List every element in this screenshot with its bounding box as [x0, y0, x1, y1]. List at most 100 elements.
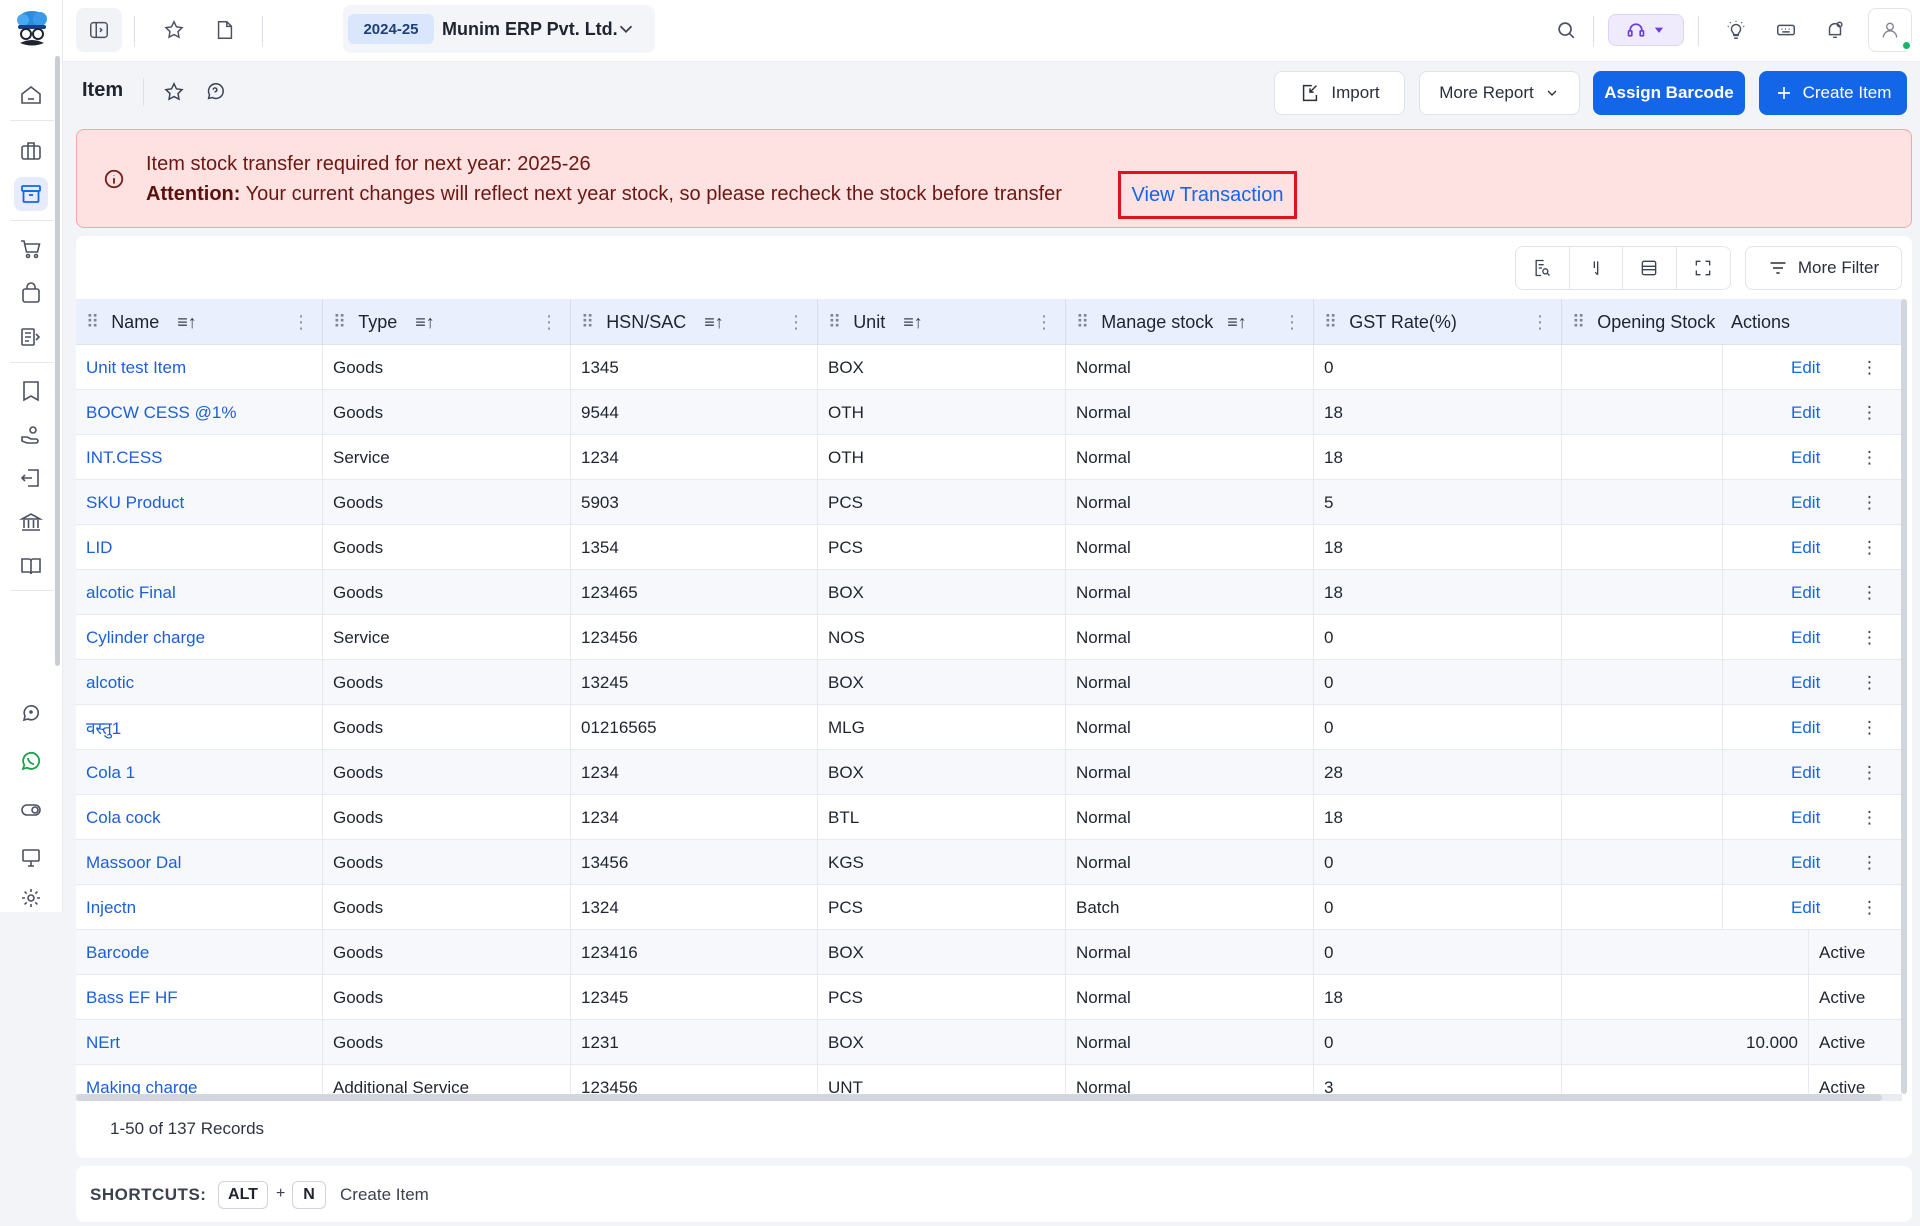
- cell-name[interactable]: Making charge: [76, 1065, 323, 1094]
- cell-name[interactable]: Cola 1: [76, 750, 323, 795]
- table-row[interactable]: Injectn Goods 1324 PCS Batch 0 Edit ⋮: [76, 885, 1902, 930]
- table-row[interactable]: NErt Goods 1231 BOX Normal 0 10.000 Active: [76, 1020, 1902, 1065]
- edit-link[interactable]: Edit: [1791, 763, 1820, 783]
- column-menu-icon[interactable]: ⋮: [787, 312, 805, 333]
- drag-handle-icon[interactable]: ⠿: [1572, 312, 1585, 333]
- favorite-star-icon[interactable]: [161, 79, 187, 105]
- row-density-icon[interactable]: [1623, 247, 1677, 289]
- table-row[interactable]: Barcode Goods 123416 BOX Normal 0 Active: [76, 930, 1902, 975]
- cell-name[interactable]: alcotic Final: [76, 570, 323, 615]
- settings-gear-icon[interactable]: [14, 884, 48, 912]
- column-menu-icon[interactable]: ⋮: [292, 312, 310, 333]
- help-chat-icon[interactable]: [202, 79, 228, 105]
- edit-link[interactable]: Edit: [1791, 853, 1820, 873]
- table-row[interactable]: वस्तु1 Goods 01216565 MLG Normal 0 Edit ⋮: [76, 705, 1902, 750]
- sort-icon[interactable]: ≡↑: [415, 312, 435, 333]
- vertical-scrollbar[interactable]: [1901, 299, 1907, 1094]
- table-row[interactable]: Massoor Dal Goods 13456 KGS Normal 0 Edit ⋮: [76, 840, 1902, 885]
- document-icon[interactable]: [202, 8, 248, 52]
- lightbulb-icon[interactable]: [1713, 8, 1759, 52]
- more-filter-button[interactable]: More Filter: [1745, 246, 1902, 290]
- search-icon[interactable]: [1543, 8, 1589, 52]
- edit-link[interactable]: Edit: [1791, 493, 1820, 513]
- assign-barcode-button[interactable]: Assign Barcode: [1593, 71, 1745, 115]
- sidebar-scrollbar[interactable]: [55, 56, 60, 666]
- table-row[interactable]: Cola 1 Goods 1234 BOX Normal 28 Edit ⋮: [76, 750, 1902, 795]
- column-header-unit[interactable]: ⠿ Unit ≡↑ ⋮: [818, 299, 1066, 345]
- cell-name[interactable]: Unit test Item: [76, 345, 323, 390]
- cell-name[interactable]: SKU Product: [76, 480, 323, 525]
- table-row[interactable]: LID Goods 1354 PCS Normal 18 Edit ⋮: [76, 525, 1902, 570]
- cell-name[interactable]: NErt: [76, 1020, 323, 1065]
- cell-name[interactable]: Injectn: [76, 885, 323, 930]
- table-row[interactable]: alcotic Goods 13245 BOX Normal 0 Edit ⋮: [76, 660, 1902, 705]
- bank-icon[interactable]: [14, 505, 48, 539]
- cell-name[interactable]: वस्तु1: [76, 705, 323, 750]
- sort-icon[interactable]: ≡↑: [903, 312, 923, 333]
- book-icon[interactable]: [14, 374, 48, 408]
- edit-link[interactable]: Edit: [1791, 718, 1820, 738]
- financial-year-badge[interactable]: 2024-25: [348, 14, 434, 44]
- import-button[interactable]: Import: [1274, 71, 1405, 115]
- column-menu-icon[interactable]: ⋮: [1531, 312, 1549, 333]
- cell-name[interactable]: Cola cock: [76, 795, 323, 840]
- edit-link[interactable]: Edit: [1791, 538, 1820, 558]
- create-item-button[interactable]: Create Item: [1759, 71, 1907, 115]
- column-header-hsn[interactable]: ⠿ HSN/SAC ≡↑ ⋮: [571, 299, 818, 345]
- briefcase-icon[interactable]: [14, 134, 48, 168]
- drag-handle-icon[interactable]: ⠿: [333, 312, 346, 333]
- row-menu-icon[interactable]: ⋮: [1861, 628, 1878, 648]
- row-menu-icon[interactable]: ⋮: [1861, 538, 1878, 558]
- shortcut-action-create-item[interactable]: Create Item: [340, 1185, 429, 1205]
- cart-icon[interactable]: [14, 232, 48, 266]
- sort-icon[interactable]: ≡↑: [1227, 312, 1247, 333]
- row-menu-icon[interactable]: ⋮: [1861, 358, 1878, 378]
- cell-name[interactable]: Cylinder charge: [76, 615, 323, 660]
- cell-name[interactable]: Massoor Dal: [76, 840, 323, 885]
- open-book-icon[interactable]: [14, 549, 48, 583]
- row-menu-icon[interactable]: ⋮: [1861, 718, 1878, 738]
- column-menu-icon[interactable]: ⋮: [540, 312, 558, 333]
- sort-arrows-icon[interactable]: [1570, 247, 1623, 289]
- table-row[interactable]: Making charge Additional Service 123456 UNT…: [76, 1065, 1902, 1094]
- edit-link[interactable]: Edit: [1791, 898, 1820, 918]
- column-menu-icon[interactable]: ⋮: [1035, 312, 1053, 333]
- drag-handle-icon[interactable]: ⠿: [581, 312, 594, 333]
- toggle-icon[interactable]: [14, 793, 48, 827]
- sort-icon[interactable]: ≡↑: [177, 312, 197, 333]
- column-menu-icon[interactable]: ⋮: [1283, 312, 1301, 333]
- more-report-dropdown[interactable]: More Report: [1419, 71, 1580, 115]
- column-header-gst-rate[interactable]: ⠿ GST Rate(%) ⋮: [1314, 299, 1562, 345]
- inventory-box-icon[interactable]: [14, 177, 48, 211]
- table-row[interactable]: Bass EF HF Goods 12345 PCS Normal 18 Active: [76, 975, 1902, 1020]
- drag-handle-icon[interactable]: ⠿: [1076, 312, 1089, 333]
- edit-link[interactable]: Edit: [1791, 403, 1820, 423]
- hand-money-icon[interactable]: [14, 418, 48, 452]
- row-menu-icon[interactable]: ⋮: [1861, 403, 1878, 423]
- edit-link[interactable]: Edit: [1791, 673, 1820, 693]
- company-selector[interactable]: 2024-25 Munim ERP Pvt. Ltd.: [343, 5, 655, 53]
- notification-bell-icon[interactable]: [1812, 8, 1858, 52]
- exit-document-icon[interactable]: [14, 461, 48, 495]
- edit-link[interactable]: Edit: [1791, 583, 1820, 603]
- support-dropdown[interactable]: [1608, 14, 1684, 46]
- cell-name[interactable]: Bass EF HF: [76, 975, 323, 1020]
- monitor-icon[interactable]: [14, 841, 48, 875]
- view-transaction-link[interactable]: View Transaction: [1118, 171, 1297, 219]
- shopping-bag-icon[interactable]: [14, 276, 48, 310]
- table-row[interactable]: Cylinder charge Service 123456 NOS Normal 0 Ed…: [76, 615, 1902, 660]
- horizontal-scrollbar[interactable]: [76, 1094, 1902, 1101]
- column-header-type[interactable]: ⠿ Type ≡↑ ⋮: [323, 299, 571, 345]
- drag-handle-icon[interactable]: ⠿: [1324, 312, 1337, 333]
- table-row[interactable]: alcotic Final Goods 123465 BOX Normal 18 Edit ⋮: [76, 570, 1902, 615]
- edit-link[interactable]: Edit: [1791, 448, 1820, 468]
- home-icon[interactable]: [14, 78, 48, 112]
- table-row[interactable]: Unit test Item Goods 1345 BOX Normal 0 Edit ⋮: [76, 345, 1902, 390]
- edit-link[interactable]: Edit: [1791, 628, 1820, 648]
- row-menu-icon[interactable]: ⋮: [1861, 493, 1878, 513]
- sidebar-toggle-icon[interactable]: [76, 8, 122, 52]
- row-menu-icon[interactable]: ⋮: [1861, 763, 1878, 783]
- row-menu-icon[interactable]: ⋮: [1861, 673, 1878, 693]
- row-menu-icon[interactable]: ⋮: [1861, 583, 1878, 603]
- sort-icon[interactable]: ≡↑: [704, 312, 724, 333]
